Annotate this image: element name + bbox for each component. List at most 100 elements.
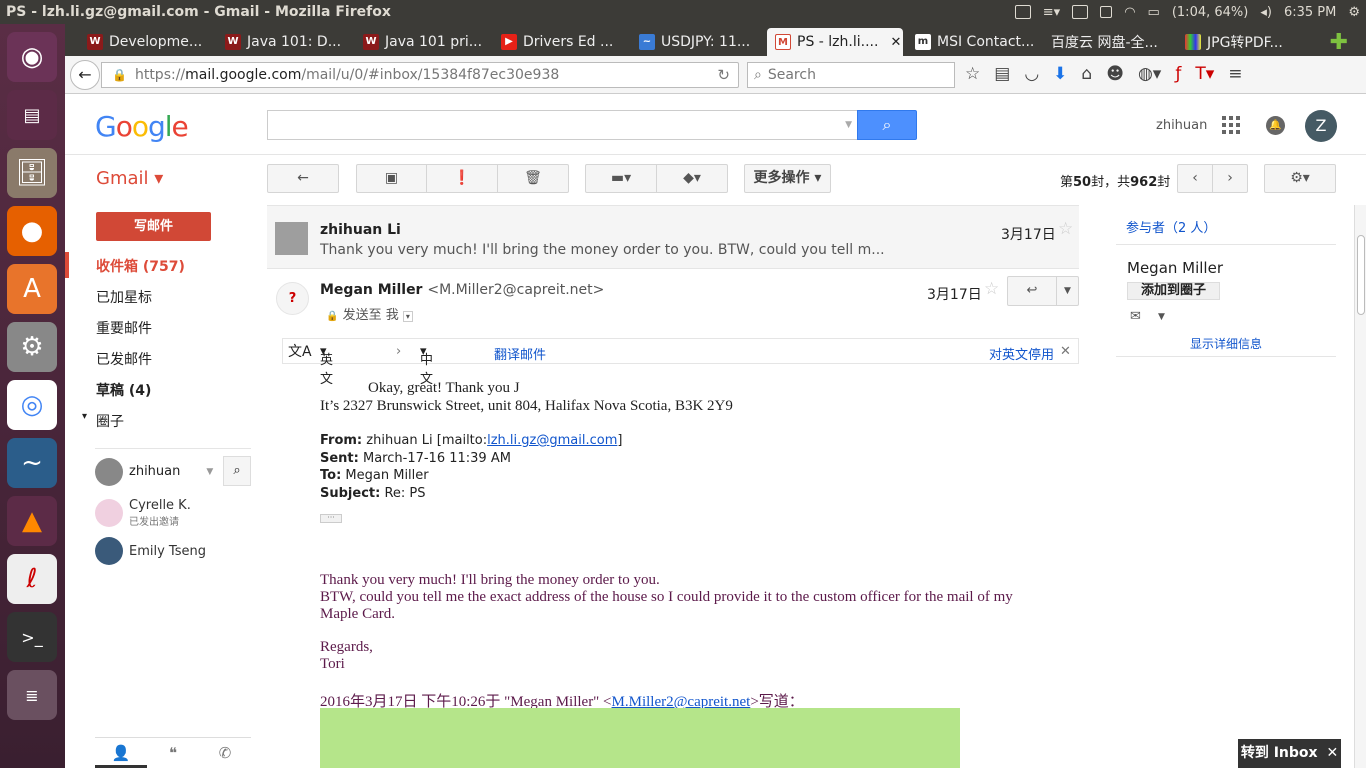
download-icon[interactable]: ⬇ (1053, 64, 1067, 84)
hangouts-search-button[interactable]: ⌕ (223, 456, 251, 486)
pocket-icon[interactable]: ◡ (1024, 64, 1039, 84)
bookmark-star-icon[interactable]: ☆ (965, 64, 980, 84)
terminal-icon[interactable]: >_ (7, 612, 57, 662)
account-avatar[interactable]: Z (1305, 110, 1337, 142)
show-trimmed-content-button[interactable]: ··· (320, 514, 342, 523)
more-reply-options-button[interactable]: ▼ (1056, 276, 1079, 306)
participants-heading[interactable]: 参与者（2 人） (1126, 217, 1216, 236)
hangouts-quote-icon[interactable]: ❝ (147, 738, 199, 768)
apps-grid-icon[interactable] (1222, 116, 1240, 134)
close-tab-icon[interactable]: ✕ (890, 35, 901, 50)
show-details-caret-icon[interactable]: ▾ (402, 311, 413, 322)
report-spam-button[interactable]: ❗ (426, 164, 498, 193)
wifi-icon[interactable]: ◠ (1124, 5, 1135, 20)
battery-icon[interactable]: ▭ (1148, 5, 1160, 20)
compose-button[interactable]: 写邮件 (96, 212, 211, 241)
back-to-inbox-button[interactable]: ← (267, 164, 339, 193)
browser-tab[interactable]: W Java 101 pri... (355, 28, 487, 56)
vlc-icon[interactable]: ▲ (7, 496, 57, 546)
circles-expand-icon[interactable]: ▾ (82, 411, 87, 422)
browser-tab[interactable]: m MSI Contact... (907, 28, 1043, 56)
reading-list-icon[interactable]: ▤ (994, 64, 1010, 84)
star-icon[interactable]: ☆ (984, 279, 999, 299)
close-icon[interactable]: ✕ (1326, 745, 1338, 761)
sidebar-item-important[interactable]: 重要邮件 (96, 318, 152, 338)
flash-icon[interactable]: ƒ (1175, 64, 1181, 84)
gmail-menu[interactable]: Gmail ▾ (96, 168, 163, 189)
scrollbar-thumb[interactable] (1357, 235, 1365, 315)
newer-button[interactable]: ‹ (1177, 164, 1213, 193)
system-settings-icon[interactable]: ⚙ (7, 322, 57, 372)
source-language-select[interactable]: 英文 ▾ (320, 344, 333, 387)
target-language-select[interactable]: 中文 ▾ (420, 344, 433, 387)
show-details-link[interactable]: 显示详细信息 (1190, 335, 1262, 352)
star-icon[interactable]: ☆ (1058, 219, 1073, 239)
settings-button[interactable]: ⚙▾ (1264, 164, 1336, 193)
sort-icon[interactable]: ≡▾ (1043, 5, 1060, 20)
collapsed-message[interactable]: zhihuan Li Thank you very much! I'll bri… (267, 205, 1079, 269)
contact-item[interactable]: Cyrelle K. 已发出邀请 (95, 498, 191, 528)
battery-status[interactable]: (1:04, 64%) (1172, 5, 1249, 20)
sidebar-item-sent[interactable]: 已发邮件 (96, 349, 152, 369)
window-icon[interactable] (1100, 6, 1113, 18)
close-icon[interactable]: ✕ (1060, 344, 1071, 359)
archive-button[interactable]: ▣ (356, 164, 427, 193)
chrome-icon[interactable]: ◎ (7, 380, 57, 430)
notification-bell-icon[interactable]: 🔔 (1266, 116, 1285, 135)
add-to-circles-button[interactable]: 添加到圈子 (1127, 282, 1220, 300)
chevron-down-icon[interactable]: ▼ (206, 467, 213, 477)
file-manager-icon[interactable]: 🗄 (7, 148, 57, 198)
go-to-inbox-toast[interactable]: 转到 Inbox ✕ (1238, 739, 1341, 768)
move-to-button[interactable]: ▬▾ (585, 164, 657, 193)
older-button[interactable]: › (1212, 164, 1248, 193)
account-name[interactable]: zhihuan (1156, 118, 1207, 133)
gmail-search-input[interactable]: ▼ (267, 110, 858, 140)
settings-gear-icon[interactable]: ⚙ (1348, 5, 1360, 20)
reload-icon[interactable]: ↻ (717, 66, 730, 84)
delete-button[interactable]: 🗑 (497, 164, 569, 193)
chevron-down-icon[interactable]: ▼ (1158, 312, 1165, 322)
firefox-icon[interactable]: ● (7, 206, 57, 256)
browser-tab[interactable]: JPG转PDF... (1177, 28, 1315, 56)
input-method-icon[interactable] (1072, 5, 1089, 19)
chat-icon[interactable]: ☻ (1106, 64, 1124, 84)
volume-icon[interactable]: ◂) (1260, 5, 1272, 20)
ubuntu-dash-icon[interactable]: ◉ (7, 32, 57, 82)
browser-tab[interactable]: W Developme... (79, 28, 211, 56)
back-arrow-icon[interactable]: ← (70, 60, 100, 90)
adobe-reader-icon[interactable]: ℓ (7, 554, 57, 604)
browser-tab[interactable]: W Java 101: D... (217, 28, 349, 56)
search-button[interactable]: ⌕ (857, 110, 917, 140)
browser-search-input[interactable]: ⌕ Search (747, 62, 955, 88)
browser-tab-active[interactable]: M PS - lzh.li.... ✕ (767, 28, 903, 56)
contact-item[interactable]: Emily Tseng (95, 537, 206, 565)
email-envelope-icon[interactable]: ✉ (1130, 309, 1141, 324)
sidebar-item-drafts[interactable]: 草稿 (4) (96, 380, 151, 400)
google-logo[interactable]: Google (95, 110, 189, 143)
menu-icon[interactable]: ≡ (1228, 64, 1242, 84)
browser-tab[interactable]: 百度云 网盘-全... (1043, 28, 1173, 56)
sidebar-item-starred[interactable]: 已加星标 (96, 287, 152, 307)
new-tab-plus-icon[interactable]: ✚ (1330, 30, 1348, 55)
keyboard-icon[interactable] (1014, 5, 1031, 19)
trash-icon[interactable]: ≣ (7, 670, 57, 720)
software-center-icon[interactable]: A (7, 264, 57, 314)
url-bar[interactable]: 🔒 https://mail.google.com/mail/u/0/#inbo… (101, 62, 739, 88)
phone-icon[interactable]: ✆ (199, 738, 251, 768)
scrollbar[interactable] (1354, 205, 1366, 768)
more-actions-button[interactable]: 更多操作 ▾ (744, 164, 831, 193)
search-options-caret-icon[interactable]: ▼ (845, 120, 852, 130)
font-icon[interactable]: T▾ (1195, 64, 1214, 84)
email-link[interactable]: lzh.li.gz@gmail.com (487, 433, 617, 448)
extension-icon[interactable]: ◍▾ (1138, 64, 1161, 84)
labels-button[interactable]: ◆▾ (656, 164, 728, 193)
translate-message-link[interactable]: 翻译邮件 (494, 344, 546, 363)
clock[interactable]: 6:35 PM (1284, 5, 1336, 20)
workspace-switcher-icon[interactable]: ▤ (7, 90, 57, 140)
disable-translation-link[interactable]: 对英文停用 (989, 344, 1054, 363)
mysql-workbench-icon[interactable]: ~ (7, 438, 57, 488)
home-icon[interactable]: ⌂ (1081, 64, 1092, 84)
reply-button[interactable]: ↩ (1007, 276, 1057, 306)
contacts-person-icon[interactable]: 👤 (95, 738, 147, 768)
sidebar-item-inbox[interactable]: 收件箱 (757) (96, 256, 185, 276)
